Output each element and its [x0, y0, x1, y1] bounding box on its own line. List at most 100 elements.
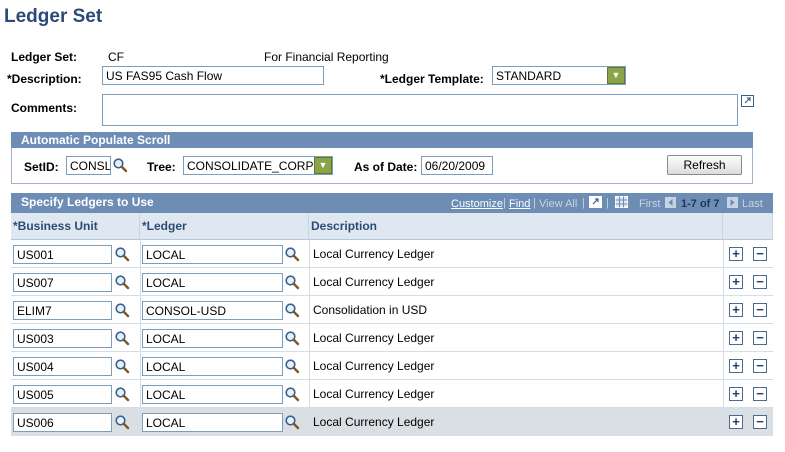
plus-icon[interactable]: + [729, 359, 743, 373]
ledger-field[interactable]: LOCAL [142, 245, 283, 264]
column-header-business-unit: *Business Unit [11, 213, 140, 240]
ledger-description: Local Currency Ledger [313, 275, 435, 289]
business-unit-field[interactable]: US005 [13, 385, 112, 404]
tree-select[interactable]: CONSOLIDATE_CORP [183, 156, 333, 175]
ledger-set-description: For Financial Reporting [264, 50, 389, 64]
ledger-set-value: CF [108, 50, 124, 64]
ledger-template-select[interactable]: STANDARD [492, 66, 626, 85]
tree-value: CONSOLIDATE_CORP [187, 159, 314, 173]
cell-separator [723, 408, 724, 436]
lookup-magnifier-icon[interactable] [114, 302, 130, 318]
minus-icon[interactable]: − [753, 415, 767, 429]
plus-icon[interactable]: + [729, 331, 743, 345]
expand-icon[interactable] [741, 95, 754, 107]
lookup-magnifier-icon[interactable] [112, 157, 128, 173]
cell-separator [309, 296, 310, 324]
as-of-date-field[interactable]: 06/20/2009 [421, 156, 493, 175]
cell-separator [309, 408, 310, 436]
lookup-magnifier-icon[interactable] [114, 246, 130, 262]
table-row: US004 LOCAL Local Currency Ledger + − [11, 352, 773, 380]
cell-separator [309, 324, 310, 352]
lookup-magnifier-icon[interactable] [114, 358, 130, 374]
last-label[interactable]: Last [742, 198, 763, 210]
lookup-magnifier-icon[interactable] [284, 358, 300, 374]
new-window-icon[interactable] [589, 196, 602, 208]
separator: | [503, 197, 506, 209]
business-unit-field[interactable]: US001 [13, 245, 112, 264]
ledger-template-label: *Ledger Template: [380, 72, 484, 86]
cell-separator [723, 268, 724, 296]
lookup-magnifier-icon[interactable] [114, 386, 130, 402]
comments-textarea[interactable] [102, 94, 738, 126]
lookup-magnifier-icon[interactable] [114, 414, 130, 430]
cell-separator [140, 408, 141, 436]
left-arrow-icon[interactable] [665, 197, 676, 208]
lookup-magnifier-icon[interactable] [284, 414, 300, 430]
ledger-field[interactable]: CONSOL-USD [142, 301, 283, 320]
minus-icon[interactable]: − [753, 247, 767, 261]
cell-separator [140, 324, 141, 352]
plus-icon[interactable]: + [729, 387, 743, 401]
minus-icon[interactable]: − [753, 359, 767, 373]
customize-link[interactable]: Customize [451, 198, 503, 210]
auto-populate-title: Automatic Populate Scroll [11, 132, 753, 148]
cell-separator [140, 296, 141, 324]
business-unit-field[interactable]: US004 [13, 357, 112, 376]
grid-header-bar: Specify Ledgers to Use Customize | Find … [11, 193, 773, 213]
description-field[interactable]: US FAS95 Cash Flow [102, 66, 324, 85]
business-unit-field[interactable]: ELIM7 [13, 301, 112, 320]
ledger-field[interactable]: LOCAL [142, 273, 283, 292]
ledger-description: Local Currency Ledger [313, 415, 435, 429]
column-header-actions [723, 213, 773, 240]
cell-separator [309, 240, 310, 268]
cell-separator [723, 380, 724, 408]
cell-separator [723, 352, 724, 380]
ledger-field[interactable]: LOCAL [142, 329, 283, 348]
setid-field[interactable]: CONSL [66, 156, 111, 175]
table-row: US003 LOCAL Local Currency Ledger + − [11, 324, 773, 352]
minus-icon[interactable]: − [753, 387, 767, 401]
lookup-magnifier-icon[interactable] [114, 274, 130, 290]
plus-icon[interactable]: + [729, 303, 743, 317]
ledger-field[interactable]: LOCAL [142, 357, 283, 376]
setid-label: SetID: [24, 160, 59, 174]
minus-icon[interactable]: − [753, 331, 767, 345]
view-all-link[interactable]: View All [539, 198, 577, 210]
grid-download-icon[interactable] [615, 196, 628, 208]
cell-separator [140, 380, 141, 408]
plus-icon[interactable]: + [729, 275, 743, 289]
ledger-description: Local Currency Ledger [313, 247, 435, 261]
column-header-ledger: *Ledger [140, 213, 309, 240]
lookup-magnifier-icon[interactable] [114, 330, 130, 346]
ledger-description: Local Currency Ledger [313, 331, 435, 345]
separator: | [606, 197, 609, 209]
business-unit-field[interactable]: US006 [13, 413, 112, 432]
minus-icon[interactable]: − [753, 303, 767, 317]
plus-icon[interactable]: + [729, 415, 743, 429]
lookup-magnifier-icon[interactable] [284, 302, 300, 318]
ledger-field[interactable]: LOCAL [142, 413, 283, 432]
lookup-magnifier-icon[interactable] [284, 246, 300, 262]
refresh-button[interactable]: Refresh [667, 155, 742, 175]
minus-icon[interactable]: − [753, 275, 767, 289]
lookup-magnifier-icon[interactable] [284, 274, 300, 290]
first-label[interactable]: First [639, 198, 660, 210]
dropdown-arrow-icon[interactable]: ▼ [314, 157, 332, 174]
lookup-magnifier-icon[interactable] [284, 330, 300, 346]
cell-separator [723, 240, 724, 268]
cell-separator [309, 380, 310, 408]
business-unit-field[interactable]: US003 [13, 329, 112, 348]
table-row: US005 LOCAL Local Currency Ledger + − [11, 380, 773, 408]
lookup-magnifier-icon[interactable] [284, 386, 300, 402]
tree-label: Tree: [147, 160, 176, 174]
ledger-description: Consolidation in USD [313, 303, 428, 317]
right-arrow-icon[interactable] [727, 197, 738, 208]
plus-icon[interactable]: + [729, 247, 743, 261]
cell-separator [723, 324, 724, 352]
business-unit-field[interactable]: US007 [13, 273, 112, 292]
ledger-field[interactable]: LOCAL [142, 385, 283, 404]
find-link[interactable]: Find [509, 198, 530, 210]
dropdown-arrow-icon[interactable]: ▼ [607, 67, 625, 84]
table-row: US007 LOCAL Local Currency Ledger + − [11, 268, 773, 296]
page-title: Ledger Set [4, 6, 103, 27]
